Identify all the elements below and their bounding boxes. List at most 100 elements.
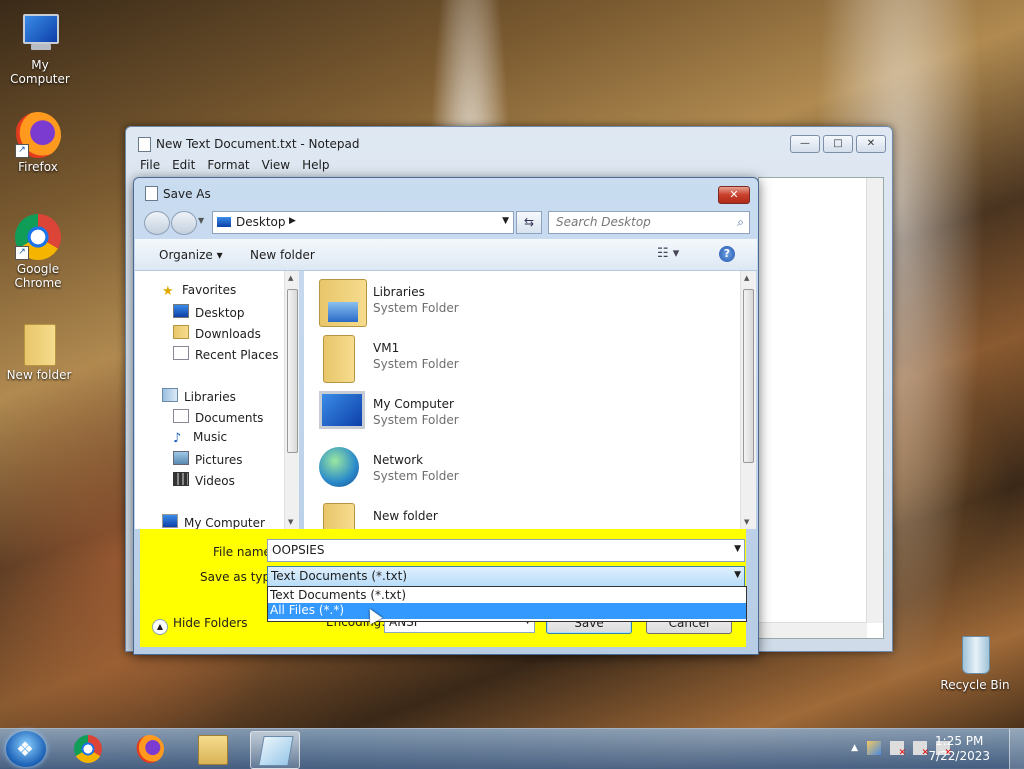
libraries-icon bbox=[319, 279, 367, 327]
file-name: My Computer bbox=[373, 397, 454, 411]
vertical-scrollbar[interactable] bbox=[866, 178, 883, 623]
taskbar: ▲ 1:25 PM 7/22/2023 bbox=[0, 728, 1024, 769]
show-desktop-button[interactable] bbox=[1009, 729, 1024, 769]
scroll-down-icon[interactable]: ▼ bbox=[744, 518, 749, 526]
taskbar-explorer[interactable] bbox=[188, 731, 236, 767]
nav-scrollbar[interactable]: ▲ ▼ bbox=[284, 271, 299, 529]
change-view-button[interactable]: ☷ ▾ bbox=[657, 246, 679, 261]
option-all-files[interactable]: All Files (*.*) bbox=[268, 603, 746, 619]
taskbar-firefox[interactable] bbox=[126, 731, 174, 767]
help-icon[interactable]: ? bbox=[719, 246, 735, 262]
nav-label: Documents bbox=[195, 411, 264, 425]
desktop-icon-recycle-bin[interactable]: Recycle Bin bbox=[937, 630, 1013, 692]
maximize-button[interactable]: □ bbox=[823, 135, 853, 153]
chevron-right-icon[interactable]: ▶ bbox=[289, 216, 296, 226]
minimize-button[interactable]: — bbox=[790, 135, 820, 153]
file-name: Network bbox=[373, 453, 424, 467]
file-type: System Folder bbox=[373, 413, 459, 427]
chrome-icon: ↗ bbox=[15, 214, 61, 260]
menu-view[interactable]: View bbox=[262, 158, 290, 172]
volume-muted-icon[interactable] bbox=[890, 741, 906, 758]
search-icon: ⌕ bbox=[737, 215, 744, 229]
chevron-down-icon[interactable]: ▼ bbox=[502, 216, 509, 226]
window-controls: — □ ✕ bbox=[790, 135, 886, 153]
notepad-text-area[interactable] bbox=[758, 177, 884, 639]
nav-pictures[interactable]: Pictures bbox=[173, 451, 243, 469]
network-disconnected-icon[interactable] bbox=[913, 741, 929, 758]
chevron-down-icon[interactable]: ▼ bbox=[734, 544, 741, 554]
taskbar-notepad[interactable] bbox=[250, 731, 300, 769]
address-bar[interactable]: Desktop ▶ ▼ bbox=[212, 211, 514, 234]
scroll-up-icon[interactable]: ▲ bbox=[744, 274, 749, 282]
computer-icon bbox=[319, 391, 365, 429]
nav-downloads[interactable]: Downloads bbox=[173, 325, 261, 343]
address-location[interactable]: Desktop bbox=[236, 215, 286, 229]
desktop-icon-google-chrome[interactable]: ↗ Google Chrome bbox=[0, 214, 76, 290]
file-name-label: File name: bbox=[213, 545, 275, 559]
notepad-menu-bar: File Edit Format View Help bbox=[140, 158, 329, 172]
dialog-icon bbox=[145, 186, 158, 201]
close-button[interactable]: ✕ bbox=[856, 135, 886, 153]
videos-icon bbox=[173, 472, 189, 486]
file-name: VM1 bbox=[373, 341, 400, 355]
recent-places-icon bbox=[173, 346, 189, 360]
back-button[interactable] bbox=[144, 211, 170, 235]
chevron-down-icon[interactable]: ▼ bbox=[734, 570, 741, 580]
option-text-documents[interactable]: Text Documents (*.txt) bbox=[268, 588, 746, 604]
network-icon bbox=[319, 447, 359, 487]
libraries-icon bbox=[162, 388, 178, 402]
firefox-icon: ↗ bbox=[15, 112, 61, 158]
nav-documents[interactable]: Documents bbox=[173, 409, 263, 427]
scrollbar-thumb[interactable] bbox=[287, 289, 298, 453]
nav-videos[interactable]: Videos bbox=[173, 472, 235, 490]
nav-recent-places[interactable]: Recent Places bbox=[173, 346, 278, 364]
menu-format[interactable]: Format bbox=[207, 158, 249, 172]
menu-file[interactable]: File bbox=[140, 158, 160, 172]
hide-folders-button[interactable]: ▲ Hide Folders bbox=[152, 616, 248, 635]
desktop-icon-firefox[interactable]: ↗ Firefox bbox=[0, 112, 76, 174]
notepad-title: New Text Document.txt - Notepad bbox=[156, 137, 360, 151]
desktop-icon-new-folder[interactable]: New folder bbox=[1, 320, 77, 382]
save-as-type-select[interactable]: Text Documents (*.txt) ▼ bbox=[267, 566, 745, 587]
scroll-down-icon[interactable]: ▼ bbox=[288, 518, 293, 526]
organize-button[interactable]: Organize ▾ bbox=[159, 248, 223, 262]
forward-button[interactable] bbox=[171, 211, 197, 235]
start-button[interactable] bbox=[6, 731, 46, 767]
nav-music[interactable]: ♪ Music bbox=[173, 430, 227, 448]
scrollbar-thumb[interactable] bbox=[743, 289, 754, 463]
downloads-folder-icon bbox=[173, 325, 189, 339]
menu-help[interactable]: Help bbox=[302, 158, 329, 172]
new-folder-button[interactable]: New folder bbox=[250, 248, 315, 262]
refresh-button[interactable]: ⇆ bbox=[516, 211, 542, 234]
horizontal-scrollbar[interactable] bbox=[759, 622, 867, 638]
save-as-type-value: Text Documents (*.txt) bbox=[271, 569, 408, 583]
music-icon: ♪ bbox=[173, 431, 182, 446]
dialog-close-button[interactable]: ✕ bbox=[718, 186, 750, 204]
hide-folders-label: Hide Folders bbox=[173, 616, 248, 630]
taskbar-chrome[interactable] bbox=[64, 731, 112, 767]
save-as-dialog[interactable]: Save As ✕ ▼ Desktop ▶ ▼ ⇆ Search Desktop… bbox=[133, 177, 759, 655]
search-placeholder: Search Desktop bbox=[556, 215, 651, 229]
nav-desktop[interactable]: Desktop bbox=[173, 304, 245, 322]
pictures-icon bbox=[173, 451, 189, 465]
action-center-icon[interactable] bbox=[867, 741, 881, 755]
nav-label: Downloads bbox=[195, 327, 261, 341]
nav-favorites[interactable]: ★ Favorites bbox=[162, 283, 236, 301]
desktop-icon-my-computer[interactable]: My Computer bbox=[2, 10, 78, 86]
recent-pages-dropdown[interactable]: ▼ bbox=[198, 216, 204, 225]
file-list-scrollbar[interactable]: ▲ ▼ bbox=[740, 271, 756, 529]
file-type: System Folder bbox=[373, 301, 459, 315]
nav-my-computer[interactable]: My Computer bbox=[162, 514, 265, 529]
file-name-input[interactable]: OOPSIES ▼ bbox=[267, 539, 745, 562]
clock-date: 7/22/2023 bbox=[928, 749, 990, 763]
nav-libraries[interactable]: Libraries bbox=[162, 388, 236, 406]
scroll-up-icon[interactable]: ▲ bbox=[288, 274, 293, 282]
menu-edit[interactable]: Edit bbox=[172, 158, 195, 172]
save-options-panel: File name: OOPSIES ▼ Save as type: Text … bbox=[140, 529, 747, 647]
chrome-icon bbox=[74, 735, 102, 763]
show-hidden-icons-icon[interactable]: ▲ bbox=[851, 743, 858, 757]
clock[interactable]: 1:25 PM 7/22/2023 bbox=[928, 734, 990, 764]
search-input[interactable]: Search Desktop ⌕ bbox=[548, 211, 750, 234]
user-folder-icon bbox=[323, 335, 355, 383]
desktop-icon-label: Recycle Bin bbox=[940, 678, 1010, 692]
